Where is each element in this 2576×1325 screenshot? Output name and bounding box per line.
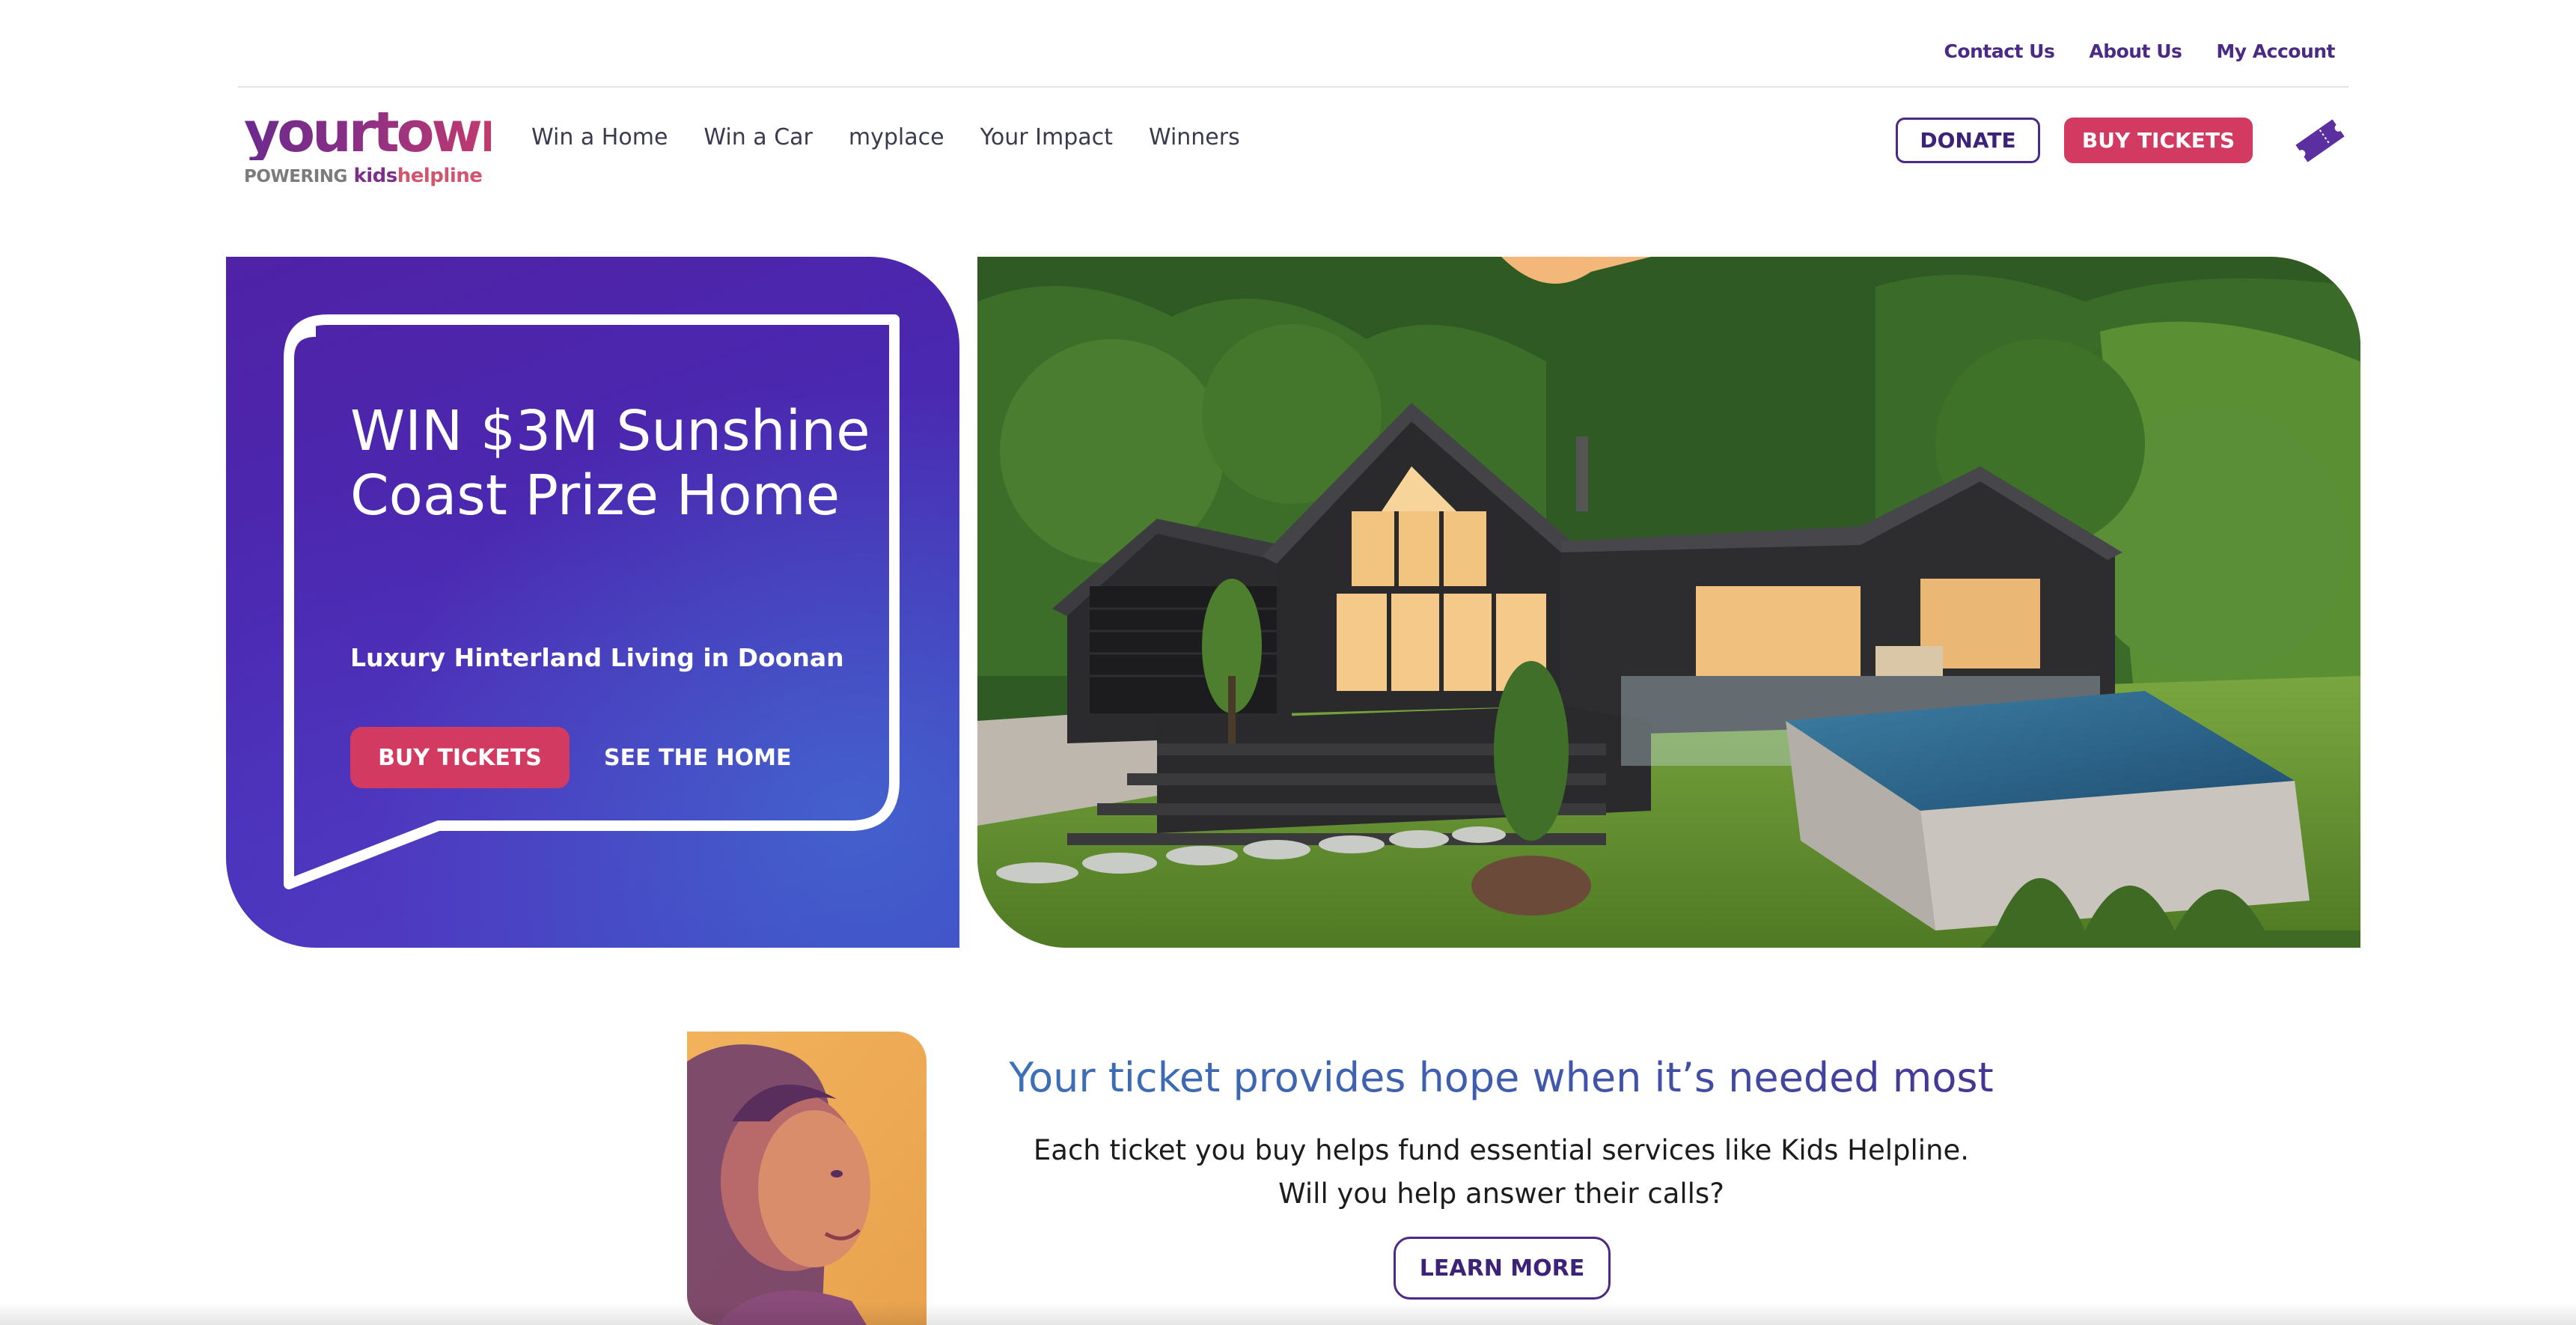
logo-kids: kids (353, 165, 397, 187)
nav-winners[interactable]: Winners (1149, 124, 1240, 150)
yourtown-logo[interactable]: yourtown POWERING kidshelpline (244, 100, 519, 187)
hero-panel: WIN $3M Sunshine Coast Prize Home Luxury… (226, 257, 959, 948)
prize-home-image (977, 257, 2360, 948)
prize-home-illustration (977, 257, 2360, 948)
logo-tagline: POWERING kidshelpline (244, 165, 491, 187)
nav-win-a-home[interactable]: Win a Home (531, 124, 668, 150)
bottom-scroll-shadow (0, 1303, 2576, 1325)
child-portrait-illustration (687, 1032, 927, 1325)
learn-more-button[interactable]: LEARN MORE (1394, 1237, 1611, 1300)
hero-subtitle: Luxury Hinterland Living in Doonan (350, 643, 844, 672)
logo-powering: POWERING (244, 167, 347, 186)
hero-title: WIN $3M Sunshine Coast Prize Home (350, 399, 870, 528)
buy-tickets-header-button[interactable]: BUY TICKETS (2064, 118, 2253, 163)
utility-bar: Contact Us About Us My Account (238, 0, 2348, 88)
contact-us-link[interactable]: Contact Us (1944, 40, 2055, 62)
impact-heading: Your ticket provides hope when it’s need… (912, 1054, 2091, 1101)
nav-myplace[interactable]: myplace (849, 124, 944, 150)
see-the-home-link[interactable]: SEE THE HOME (604, 727, 792, 788)
main-nav: Win a Home Win a Car myplace Your Impact… (531, 124, 1240, 150)
nav-your-impact[interactable]: Your Impact (980, 124, 1113, 150)
logo-wordmark: yourtown (244, 100, 519, 165)
utility-links: Contact Us About Us My Account (1944, 40, 2336, 62)
impact-body-text: Each ticket you buy helps fund essential… (1033, 1134, 1970, 1210)
donate-button[interactable]: DONATE (1896, 118, 2040, 163)
ticket-icon[interactable] (2290, 111, 2350, 171)
child-photo (687, 1032, 927, 1325)
logo-helpline: helpline (397, 165, 483, 187)
my-account-link[interactable]: My Account (2216, 40, 2335, 62)
about-us-link[interactable]: About Us (2089, 40, 2182, 62)
nav-win-a-car[interactable]: Win a Car (703, 124, 812, 150)
speech-bubble-outline (284, 314, 900, 889)
buy-tickets-hero-button[interactable]: BUY TICKETS (350, 727, 570, 788)
